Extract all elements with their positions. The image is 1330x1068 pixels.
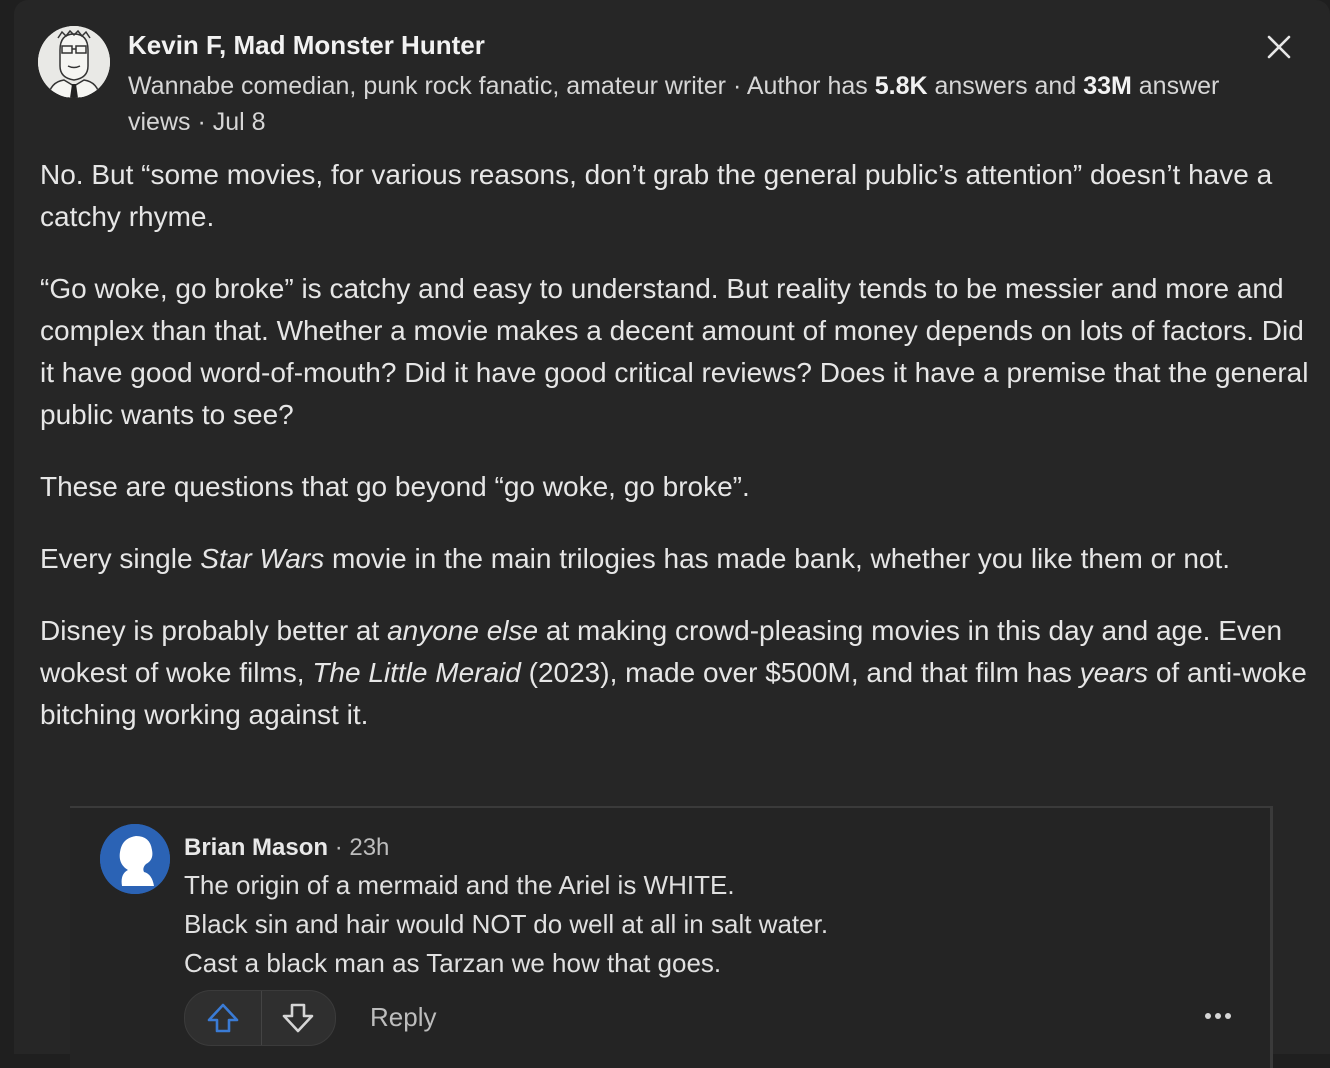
comment-text: The origin of a mermaid and the Ariel is… [184, 866, 828, 983]
close-icon [1267, 35, 1291, 59]
downvote-button[interactable] [262, 991, 335, 1045]
italic-title: The Little Meraid [312, 657, 521, 688]
upvote-arrow-icon [207, 1003, 239, 1033]
answer-paragraph: Disney is probably better at anyone else… [40, 610, 1310, 736]
answer-paragraph: “Go woke, go broke” is catchy and easy t… [40, 273, 1309, 430]
comment-time: 23h [349, 834, 390, 861]
views-count: 33M [1083, 72, 1132, 100]
reply-button[interactable]: Reply [370, 1002, 436, 1033]
answer-date[interactable]: Jul 8 [213, 108, 266, 136]
embedded-comment: Brian Mason · 23h The origin of a mermai… [70, 806, 1273, 1068]
upvote-button[interactable] [185, 991, 261, 1045]
comment-line: The origin of a mermaid and the Ariel is… [184, 870, 735, 900]
vote-controls [184, 990, 336, 1046]
comment-author[interactable]: Brian Mason [184, 834, 328, 861]
date-separator: · [197, 108, 206, 136]
answers-count: 5.8K [874, 72, 928, 100]
downvote-arrow-icon [282, 1003, 314, 1033]
answer-body: No. But “some movies, for various reason… [40, 154, 1310, 766]
stats-prefix: Author has [746, 72, 868, 100]
answers-suffix: answers and [934, 72, 1077, 100]
text-span: Every single [40, 543, 201, 574]
author-name[interactable]: Kevin F, Mad Monster Hunter [128, 30, 485, 61]
italic-title: Star Wars [200, 543, 325, 574]
comment-line: Cast a black man as Tarzan we how that g… [184, 948, 722, 978]
comment-separator: · [328, 834, 350, 861]
italic-emphasis: years [1079, 657, 1149, 688]
text-span: (2023), made over $500M, and that film h… [520, 657, 1080, 688]
text-span: Disney is probably better at [40, 615, 388, 646]
answer-paragraph: Every single Star Wars movie in the main… [40, 538, 1310, 580]
author-bio: Wannabe comedian, punk rock fanatic, ama… [128, 72, 726, 100]
comment-header: Brian Mason · 23h [184, 834, 389, 862]
author-credentials: Wannabe comedian, punk rock fanatic, ama… [128, 68, 1268, 140]
answer-paragraph: These are questions that go beyond “go w… [40, 471, 750, 502]
close-button[interactable] [1262, 30, 1296, 64]
more-dots-icon [1205, 1013, 1231, 1019]
comment-line: Black sin and hair would NOT do well at … [184, 909, 829, 939]
comment-avatar[interactable] [100, 824, 170, 894]
answer-paragraph: No. But “some movies, for various reason… [40, 159, 1273, 232]
cartoon-man-glasses-icon [38, 26, 110, 98]
more-options-button[interactable] [1198, 1004, 1238, 1028]
profile-silhouette-icon [100, 824, 170, 894]
author-avatar[interactable] [38, 26, 110, 98]
text-span: movie in the main trilogies has made ban… [324, 543, 1231, 574]
italic-emphasis: anyone else [387, 615, 539, 646]
credential-separator: · [732, 72, 742, 100]
